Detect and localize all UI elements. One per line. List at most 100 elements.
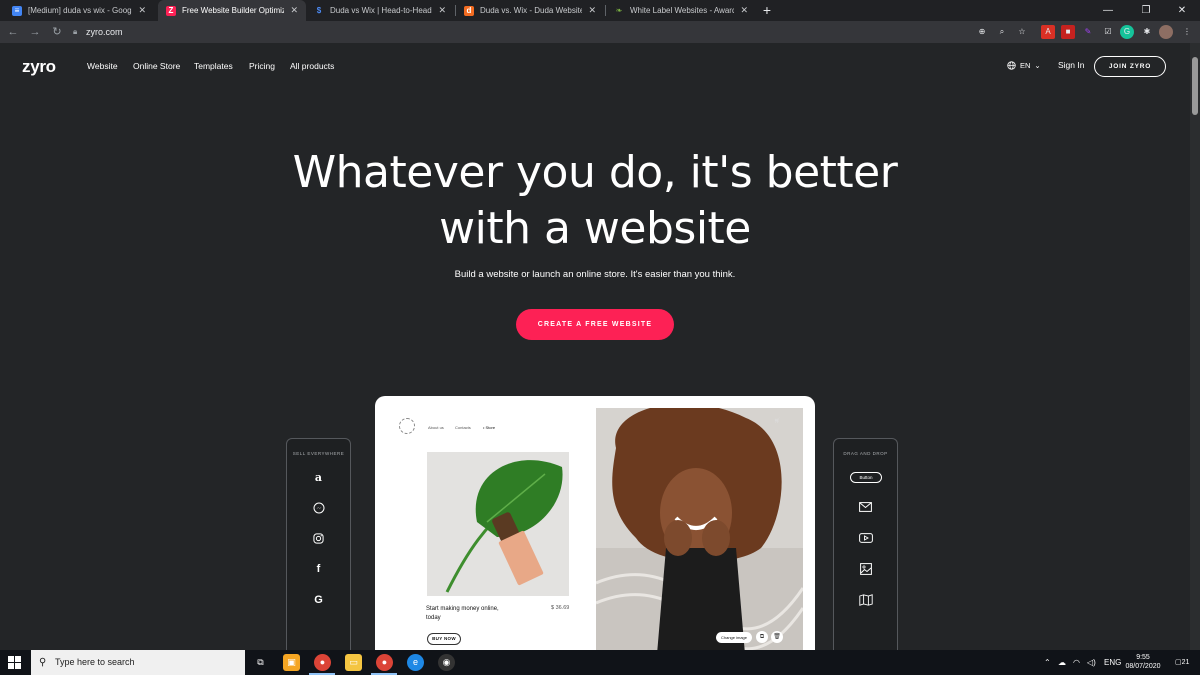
image-icon	[834, 563, 897, 578]
feather-extension-icon[interactable]: ✎	[1081, 25, 1095, 39]
reload-button[interactable]: ↻	[49, 24, 65, 40]
system-clock[interactable]: 9:55 08/07/2020	[1121, 653, 1165, 671]
nav-pricing[interactable]: Pricing	[249, 61, 275, 71]
hero-title-line-1: Whatever you do, it's better	[292, 147, 898, 198]
nav-website[interactable]: Website	[87, 61, 118, 71]
dollar-icon: $	[316, 5, 322, 15]
clock-time: 9:55	[1136, 654, 1150, 661]
panel-title: SELL EVERYWHERE	[292, 451, 345, 456]
bookmark-star-icon[interactable]: ☆	[1015, 25, 1029, 39]
onedrive-icon[interactable]: ☁	[1058, 650, 1066, 675]
close-icon[interactable]: ✕	[138, 5, 146, 16]
edit-extension-icon[interactable]: ☑	[1101, 25, 1115, 39]
tab-docs[interactable]: ≡ [Medium] duda vs wix - Google D ✕	[4, 0, 154, 21]
video-icon	[834, 533, 897, 546]
trash-icon[interactable]: 🗑︎	[771, 631, 783, 643]
search-placeholder: Type here to search	[55, 657, 135, 667]
mail-icon	[834, 502, 897, 515]
minimize-button[interactable]: —	[1090, 0, 1126, 21]
edge-icon[interactable]: e	[407, 654, 424, 671]
product-image	[427, 452, 569, 596]
sign-in-link[interactable]: Sign In	[1058, 60, 1084, 70]
leaf-icon: ❧	[615, 5, 623, 15]
grammarly-icon[interactable]: G	[1120, 25, 1134, 39]
extension-icon[interactable]: ■	[1061, 25, 1075, 39]
editor-preview-card: About us Contacts • Store Start making m…	[375, 396, 815, 650]
sell-everywhere-panel: SELL EVERYWHERE a f G	[286, 438, 351, 650]
mock-nav-about: About us	[428, 425, 444, 430]
page-scrollbar[interactable]	[1190, 43, 1200, 650]
close-icon[interactable]: ✕	[290, 5, 298, 16]
input-language[interactable]: ENG	[1104, 650, 1121, 675]
map-icon	[834, 594, 897, 609]
nav-online-store[interactable]: Online Store	[133, 61, 180, 71]
task-view-icon[interactable]: ⧉	[252, 654, 269, 671]
volume-icon[interactable]: ◁)	[1087, 650, 1096, 675]
create-free-website-button[interactable]: CREATE A FREE WEBSITE	[516, 309, 674, 340]
wifi-icon[interactable]: ◠	[1073, 650, 1080, 675]
nav-all-products[interactable]: All products	[290, 61, 334, 71]
lock-icon: 🔒︎	[73, 27, 78, 36]
url-text: zyro.com	[86, 27, 123, 37]
tab-title: Free Website Builder Optimized f	[182, 6, 285, 15]
change-image-button[interactable]: Change image	[716, 632, 752, 643]
tab-duda-vs-wix-headtohead[interactable]: $ Duda vs Wix | Head-to-Head Cor ✕	[306, 0, 454, 21]
forward-button[interactable]: →	[27, 24, 43, 40]
close-window-button[interactable]: ✕	[1164, 0, 1200, 21]
product-price: $ 36.69	[551, 605, 570, 611]
close-icon[interactable]: ✕	[740, 5, 748, 16]
obs-icon[interactable]: ◉	[438, 654, 455, 671]
pdf-extension-icon[interactable]: A	[1041, 25, 1055, 39]
address-bar[interactable]: 🔒︎ zyro.com	[68, 23, 1028, 41]
back-button[interactable]: ←	[5, 24, 21, 40]
language-label: EN	[1020, 61, 1031, 70]
chrome-icon[interactable]: ●	[314, 654, 331, 671]
language-selector[interactable]: EN ⌄	[1007, 61, 1041, 70]
notification-count: 21	[1181, 659, 1190, 666]
close-icon[interactable]: ✕	[438, 5, 446, 16]
zyro-homepage: zyro Website Online Store Templates Pric…	[0, 43, 1190, 650]
tab-title: [Medium] duda vs wix - Google D	[28, 6, 132, 15]
chevron-down-icon: ⌄	[1034, 61, 1041, 70]
globe-icon	[1007, 61, 1016, 70]
add-icon[interactable]: ⊕	[975, 25, 989, 39]
taskbar-search-input[interactable]: ⚲ Type here to search	[31, 650, 245, 675]
restore-button[interactable]: ❐	[1128, 0, 1164, 21]
nav-templates[interactable]: Templates	[194, 61, 233, 71]
profile-avatar[interactable]	[1159, 25, 1173, 39]
buy-now-button[interactable]: BUY NOW	[427, 633, 461, 645]
duplicate-icon[interactable]: ⧉	[756, 631, 768, 643]
hero-title: Whatever you do, it's better with a webs…	[0, 145, 1190, 257]
tab-duda-website-builder[interactable]: d Duda vs. Wix - Duda Website Bui ✕	[456, 0, 604, 21]
windows-start-icon[interactable]	[8, 656, 21, 669]
clock-date: 08/07/2020	[1125, 663, 1161, 670]
cart-icon: 🛒︎	[774, 418, 781, 424]
duda-icon: d	[464, 5, 474, 16]
mock-site-logo	[399, 418, 415, 434]
facebook-icon: f	[316, 563, 321, 575]
new-tab-button[interactable]: +	[759, 0, 775, 21]
tray-chevron-up-icon[interactable]: ⌃	[1044, 650, 1051, 675]
join-zyro-button[interactable]: JOIN ZYRO	[1094, 56, 1166, 77]
mock-nav-store: • Store	[483, 425, 496, 430]
browser-toolbar: ← → ↻ 🔒︎ zyro.com ⊕ ⌕ ☆ A ■ ✎ ☑ G ✱ ⋮	[0, 21, 1200, 43]
tab-white-label[interactable]: ❧ White Label Websites - Award W ✕	[606, 0, 756, 21]
extensions-puzzle-icon[interactable]: ✱	[1140, 25, 1154, 39]
search-icon: ⚲	[39, 657, 47, 668]
tab-title: Duda vs Wix | Head-to-Head Cor	[330, 6, 432, 15]
tab-title: White Label Websites - Award W	[630, 6, 735, 15]
button-element[interactable]: Button	[850, 472, 882, 483]
tab-zyro[interactable]: Z Free Website Builder Optimized f ✕	[158, 0, 306, 21]
zyro-logo[interactable]: zyro	[22, 57, 56, 77]
chrome-profile-icon[interactable]: ●	[376, 654, 393, 671]
file-explorer-icon[interactable]: ▭	[345, 654, 362, 671]
store-icon[interactable]: ▣	[283, 654, 300, 671]
close-icon[interactable]: ✕	[588, 5, 596, 16]
scrollbar-thumb[interactable]	[1192, 57, 1198, 115]
tab-title: Duda vs. Wix - Duda Website Bui	[480, 6, 583, 15]
zoom-icon[interactable]: ⌕	[995, 25, 1009, 39]
menu-kebab-icon[interactable]: ⋮	[1180, 25, 1194, 39]
amazon-icon: a	[314, 471, 323, 484]
mock-nav-contacts: Contacts	[455, 425, 471, 430]
notifications-icon[interactable]: ▢21	[1175, 650, 1189, 675]
